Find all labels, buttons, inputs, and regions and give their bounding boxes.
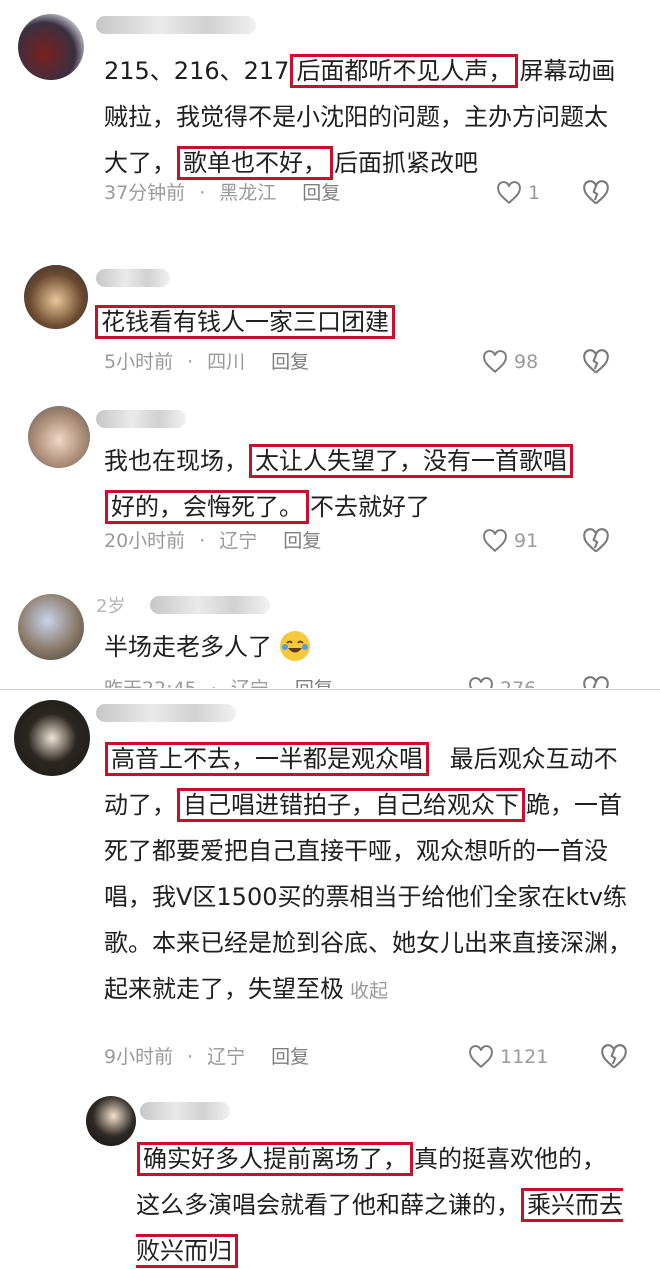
like-button[interactable]: 98 — [482, 347, 538, 377]
text-segment: 后面抓紧改吧 — [334, 149, 478, 177]
highlighted-text: 自己唱进错拍子，自己给观众下 — [177, 788, 525, 822]
comment-text: 高音上不去，一半都是观众唱 最后观众互动不动了， 自己唱进错拍子，自己给观众下 跪，… — [104, 736, 634, 1014]
timestamp: 9小时前 — [104, 1046, 174, 1068]
region: 辽宁 — [231, 678, 269, 688]
comment-item: 2岁 半场走老多人了 昨天22:45·辽宁回复 276 — [0, 586, 660, 688]
timestamp: 昨天22:45 — [104, 678, 197, 688]
like-button[interactable]: 91 — [482, 526, 538, 556]
reply-button[interactable]: 回复 — [302, 182, 340, 204]
heart-outline-icon — [469, 677, 493, 688]
like-button[interactable]: 1 — [496, 178, 540, 208]
heart-outline-icon — [469, 1045, 493, 1069]
broken-heart-icon[interactable] — [582, 349, 610, 375]
like-count: 276 — [500, 674, 536, 688]
region: 辽宁 — [219, 530, 258, 552]
reply-button[interactable]: 回复 — [271, 1046, 309, 1068]
region: 辽宁 — [207, 1046, 246, 1068]
timestamp: 37分钟前 — [104, 182, 186, 204]
comment-item: 高音上不去，一半都是观众唱 最后观众互动不动了， 自己唱进错拍子，自己给观众下 跪，… — [0, 690, 660, 1085]
heart-outline-icon — [483, 350, 507, 374]
avatar[interactable] — [18, 594, 84, 660]
username-blurred[interactable] — [96, 269, 170, 287]
comment-item: 215、216、217 后面都听不见人声， 屏幕动画贼拉，我觉得不是小沈阳的问题，主… — [0, 0, 660, 230]
comment-text: 确实好多人提前离场了， 真的挺喜欢他的，这么多演唱会就看了他和薛之谦的， 乘兴而去败… — [136, 1136, 626, 1269]
username-partial[interactable]: 2岁 — [96, 592, 125, 618]
comment-meta: 9小时前 · 辽宁 回复 — [104, 1046, 310, 1068]
text-segment: 我也在现场， — [104, 447, 248, 475]
comment-item: 花钱看有钱人一家三口团建 5小时前 · 四川 回复 98 — [0, 255, 660, 385]
avatar[interactable] — [14, 700, 90, 776]
username-blurred[interactable] — [96, 704, 236, 722]
timestamp: 5小时前 — [104, 351, 174, 373]
reply-button[interactable]: 回复 — [295, 678, 333, 688]
like-count: 91 — [514, 530, 539, 552]
comment-meta: 37分钟前 · 黑龙江 回复 — [104, 182, 341, 204]
laughing-crying-emoji-icon — [279, 631, 310, 661]
comment-text: 215、216、217 后面都听不见人声， 屏幕动画贼拉，我觉得不是小沈阳的问题，主… — [104, 48, 624, 186]
username-blurred[interactable] — [150, 596, 270, 614]
region: 四川 — [207, 351, 246, 373]
region: 黑龙江 — [219, 182, 277, 204]
collapse-button[interactable]: 收起 — [350, 980, 388, 1002]
like-count: 1121 — [500, 1046, 549, 1068]
like-count: 98 — [514, 351, 539, 373]
avatar[interactable] — [86, 1096, 136, 1146]
username-blurred[interactable] — [140, 1102, 230, 1120]
highlighted-text: 歌单也不好， — [177, 146, 333, 180]
highlighted-text: 太让人失望了，没有一首歌唱 — [249, 444, 573, 478]
avatar[interactable] — [24, 265, 88, 329]
username-blurred[interactable] — [96, 16, 256, 34]
broken-heart-icon[interactable] — [582, 180, 610, 206]
comment-text: 花钱看有钱人一家三口团建 — [94, 299, 614, 345]
comment-meta: 20小时前 · 辽宁 回复 — [104, 530, 322, 552]
avatar[interactable] — [18, 14, 84, 80]
text-segment: 215、216、217 — [104, 57, 290, 85]
highlighted-text: 好的，会悔死了。 — [105, 490, 309, 524]
comment-meta: 昨天22:45·辽宁回复 — [104, 674, 347, 688]
highlighted-text: 后面都听不见人声， — [290, 54, 519, 88]
broken-heart-icon[interactable] — [582, 676, 610, 688]
top-screenshot-panel: 215、216、217 后面都听不见人声， 屏幕动画贼拉，我觉得不是小沈阳的问题，主… — [0, 0, 660, 688]
avatar[interactable] — [28, 406, 90, 468]
reply-item: 确实好多人提前离场了， 真的挺喜欢他的，这么多演唱会就看了他和薛之谦的， 乘兴而去败… — [0, 1090, 660, 1269]
username-blurred[interactable] — [96, 410, 186, 428]
reply-button[interactable]: 回复 — [271, 351, 309, 373]
bottom-screenshot-panel: 高音上不去，一半都是观众唱 最后观众互动不动了， 自己唱进错拍子，自己给观众下 跪，… — [0, 689, 660, 1269]
text-segment: 不去就好了 — [310, 493, 430, 521]
like-count: 1 — [528, 182, 541, 204]
comment-text: 我也在现场， 太让人失望了，没有一首歌唱好的，会悔死了。 不去就好了 — [104, 438, 624, 530]
broken-heart-icon[interactable] — [582, 528, 610, 554]
highlighted-text: 确实好多人提前离场了， — [137, 1142, 413, 1176]
comment-item: 我也在现场， 太让人失望了，没有一首歌唱 好的，会悔死了。 不去就好了 20小时前 · 辽… — [0, 398, 660, 568]
comment-text: 半场走老多人了 — [104, 624, 624, 670]
like-button[interactable]: 1121 — [468, 1042, 548, 1072]
highlighted-text: 高音上不去，一半都是观众唱 — [105, 742, 429, 776]
text-segment: 跪，一首死了都要爱把自己直接干哑，观众想听的一首没唱，我V区1500买的票相当于… — [104, 791, 632, 1003]
highlighted-text: 花钱看有钱人一家三口团建 — [95, 305, 395, 339]
heart-outline-icon — [497, 181, 521, 205]
timestamp: 20小时前 — [104, 530, 186, 552]
heart-outline-icon — [483, 529, 507, 553]
like-button[interactable]: 276 — [468, 674, 536, 688]
text-segment: 半场走老多人了 — [104, 633, 272, 661]
reply-button[interactable]: 回复 — [283, 530, 321, 552]
broken-heart-icon[interactable] — [600, 1044, 628, 1070]
comment-meta: 5小时前 · 四川 回复 — [104, 351, 310, 373]
